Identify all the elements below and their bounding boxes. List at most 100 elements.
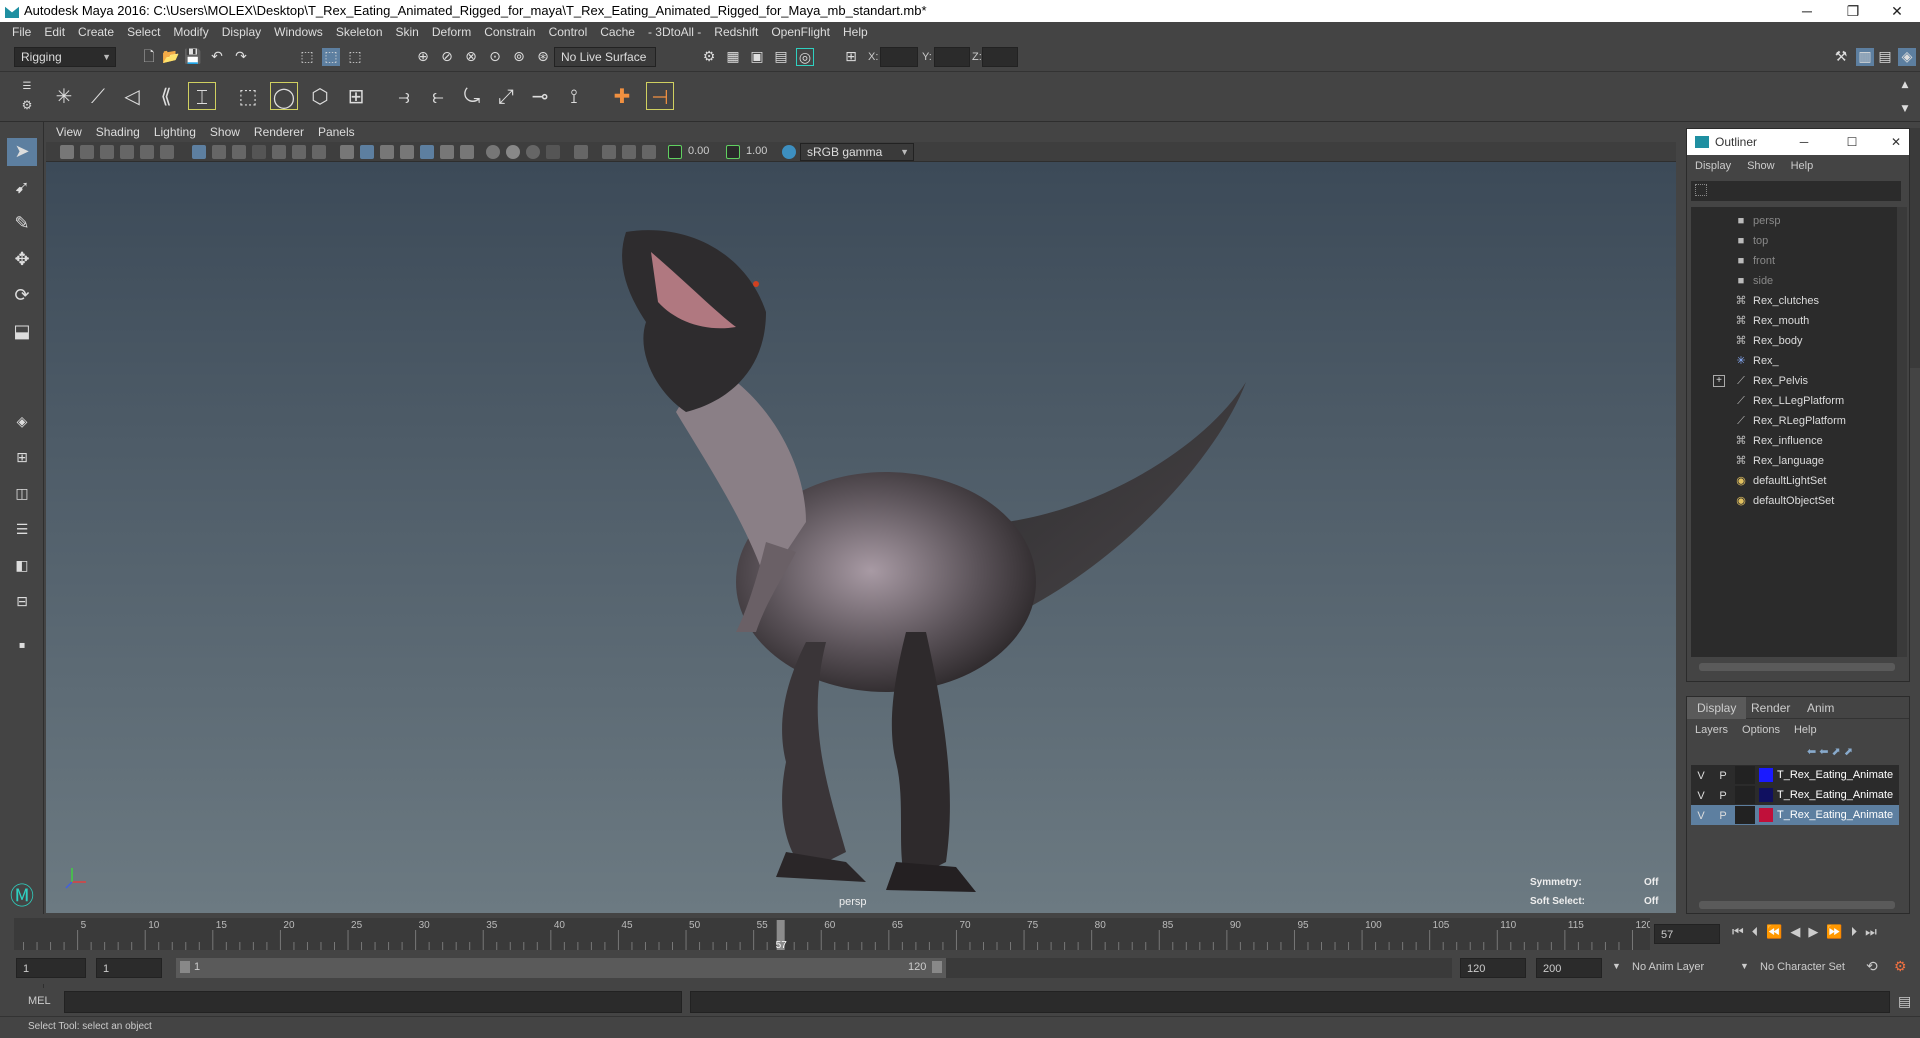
minimize-button[interactable]: ─ bbox=[1784, 0, 1830, 22]
panel-menu-show[interactable]: Show bbox=[210, 122, 240, 142]
layer-tab-anim[interactable]: Anim bbox=[1797, 697, 1844, 719]
channel-box-toggle-icon[interactable]: ◈ bbox=[1898, 48, 1916, 66]
z-input[interactable] bbox=[982, 47, 1018, 67]
outliner-item[interactable]: + ⟋ Rex_Pelvis bbox=[1691, 371, 1897, 391]
bind-skin-icon[interactable]: ⬚ bbox=[234, 82, 262, 110]
ipr-render-icon[interactable]: ▣ bbox=[748, 48, 766, 66]
exposure-icon[interactable] bbox=[668, 145, 682, 159]
scroll-up-icon[interactable]: ▲ bbox=[1896, 76, 1914, 94]
playback-start-field[interactable]: 1 bbox=[96, 958, 162, 978]
layer-color-swatch[interactable] bbox=[1759, 788, 1773, 802]
perspective-viewport[interactable]: persp Symmetry: Off Soft Select: Off bbox=[46, 162, 1676, 913]
outliner-item[interactable]: ■ persp bbox=[1691, 211, 1897, 231]
menu-select[interactable]: Select bbox=[121, 22, 167, 42]
modeling-toolkit-icon[interactable]: ⚒ bbox=[1832, 48, 1850, 66]
menu-openflight[interactable]: OpenFlight bbox=[765, 22, 837, 42]
layer-name[interactable]: T_Rex_Eating_Animate bbox=[1777, 785, 1893, 805]
go-to-end-icon[interactable]: ⏭ bbox=[1865, 924, 1877, 940]
parent-constraint-icon[interactable]: ⥽ bbox=[390, 82, 418, 110]
image-plane-icon[interactable] bbox=[120, 145, 134, 159]
grid-icon[interactable] bbox=[192, 145, 206, 159]
menu-file[interactable]: File bbox=[6, 22, 38, 42]
panel-menu-view[interactable]: View bbox=[56, 122, 82, 142]
trex-model[interactable] bbox=[46, 162, 1676, 913]
scroll-down-icon[interactable]: ▼ bbox=[1896, 100, 1914, 118]
add-influence-icon[interactable]: ✚ bbox=[608, 82, 636, 110]
outliner-item[interactable]: ■ front bbox=[1691, 251, 1897, 271]
panel-menu-lighting[interactable]: Lighting bbox=[154, 122, 196, 142]
layer-row[interactable]: V P T_Rex_Eating_Animate bbox=[1691, 785, 1899, 805]
xray-joints-icon[interactable] bbox=[602, 145, 616, 159]
xray-active-icon[interactable] bbox=[622, 145, 636, 159]
end-time-field[interactable]: 200 bbox=[1536, 958, 1602, 978]
gamma-value[interactable]: 1.00 bbox=[746, 145, 767, 157]
lattice-icon[interactable]: ⬡ bbox=[306, 82, 334, 110]
persp-hypershade-layout-icon[interactable]: ◧ bbox=[7, 552, 37, 580]
motion-blur-icon[interactable] bbox=[506, 145, 520, 159]
outliner-item[interactable]: ◉ defaultLightSet bbox=[1691, 471, 1897, 491]
outliner-item[interactable]: ■ top bbox=[1691, 231, 1897, 251]
scale-tool-icon[interactable]: ⬓ bbox=[7, 318, 37, 346]
outliner-item[interactable]: ⌘ Rex_influence bbox=[1691, 431, 1897, 451]
layer-display-type-toggle[interactable] bbox=[1735, 786, 1755, 804]
safe-title-icon[interactable] bbox=[312, 145, 326, 159]
live-surface-field[interactable]: No Live Surface bbox=[554, 47, 656, 67]
layer-row[interactable]: V P T_Rex_Eating_Animate bbox=[1691, 805, 1899, 825]
camera-attributes-icon[interactable] bbox=[80, 145, 94, 159]
snap-vertex-icon[interactable]: ⊛ bbox=[534, 48, 552, 66]
layer-visibility-toggle[interactable]: V bbox=[1691, 766, 1711, 784]
cluster-icon[interactable]: ⊞ bbox=[342, 82, 370, 110]
pole-vector-icon[interactable]: ⟟ bbox=[560, 82, 588, 110]
orient-constraint-icon[interactable]: ⤿ bbox=[458, 82, 486, 110]
panel-menu-shading[interactable]: Shading bbox=[96, 122, 140, 142]
panel-menu-panels[interactable]: Panels bbox=[318, 122, 355, 142]
expand-icon[interactable]: + bbox=[1713, 375, 1725, 387]
exposure-value[interactable]: 0.00 bbox=[688, 145, 709, 157]
outliner-menu-help[interactable]: Help bbox=[1791, 160, 1814, 172]
attribute-editor-toggle-icon[interactable]: ▥ bbox=[1856, 48, 1874, 66]
step-forward-key-icon[interactable]: ⏩ bbox=[1826, 924, 1842, 940]
minimize-button[interactable]: ─ bbox=[1789, 129, 1819, 155]
anim-layer-dropdown[interactable]: ▼ No Anim Layer bbox=[1612, 958, 1740, 978]
snap-view-icon[interactable]: ⊙ bbox=[486, 48, 504, 66]
wireframe-on-shaded-icon[interactable] bbox=[400, 145, 414, 159]
character-set-dropdown[interactable]: ▼ No Character Set bbox=[1740, 958, 1868, 978]
step-back-key-icon[interactable]: ⏪ bbox=[1766, 924, 1782, 940]
layer-playback-toggle[interactable]: P bbox=[1713, 786, 1733, 804]
layer-row[interactable]: V P T_Rex_Eating_Animate bbox=[1691, 765, 1899, 785]
start-time-field[interactable]: 1 bbox=[16, 958, 86, 978]
animation-preferences-icon[interactable]: ⚙ bbox=[1894, 958, 1907, 975]
outliner-item[interactable]: ⌘ Rex_clutches bbox=[1691, 291, 1897, 311]
four-view-layout-icon[interactable]: ⊞ bbox=[7, 444, 37, 472]
menu-3dtoall[interactable]: - 3DtoAll - bbox=[642, 22, 708, 42]
backface-icon[interactable] bbox=[642, 145, 656, 159]
outliner-item[interactable]: ⌘ Rex_mouth bbox=[1691, 311, 1897, 331]
menu-create[interactable]: Create bbox=[72, 22, 121, 42]
screen-space-ao-icon[interactable] bbox=[486, 145, 500, 159]
menu-modify[interactable]: Modify bbox=[167, 22, 215, 42]
outliner-menu-display[interactable]: Display bbox=[1695, 160, 1731, 172]
layer-menu-layers[interactable]: Layers bbox=[1695, 724, 1728, 736]
outliner-vertical-scrollbar[interactable] bbox=[1897, 207, 1907, 657]
play-forwards-icon[interactable]: ▶ bbox=[1808, 924, 1818, 940]
shadows-icon[interactable] bbox=[460, 145, 474, 159]
panel-menu-renderer[interactable]: Renderer bbox=[254, 122, 304, 142]
select-component-icon[interactable]: ⬚ bbox=[346, 48, 364, 66]
menu-help[interactable]: Help bbox=[837, 22, 875, 42]
select-hierarchy-icon[interactable]: ⬚ bbox=[298, 48, 316, 66]
layer-name[interactable]: T_Rex_Eating_Animate bbox=[1777, 805, 1893, 825]
close-button[interactable]: ✕ bbox=[1881, 129, 1911, 155]
menu-cache[interactable]: Cache bbox=[594, 22, 642, 42]
smooth-shade-icon[interactable] bbox=[360, 145, 374, 159]
y-input[interactable] bbox=[934, 47, 970, 67]
point-constraint-icon[interactable]: ⥼ bbox=[424, 82, 452, 110]
tool-settings-toggle-icon[interactable]: ▤ bbox=[1876, 48, 1894, 66]
maximize-button[interactable]: ☐ bbox=[1837, 129, 1867, 155]
outliner-item[interactable]: ◉ defaultObjectSet bbox=[1691, 491, 1897, 511]
layer-visibility-toggle[interactable]: V bbox=[1691, 786, 1711, 804]
persp-outliner-layout-icon[interactable]: ◫ bbox=[7, 480, 37, 508]
orient-joint-icon[interactable]: ⟪ bbox=[152, 82, 180, 110]
color-management-icon[interactable] bbox=[782, 145, 796, 159]
x-input[interactable] bbox=[880, 47, 918, 67]
gamma-icon[interactable] bbox=[726, 145, 740, 159]
